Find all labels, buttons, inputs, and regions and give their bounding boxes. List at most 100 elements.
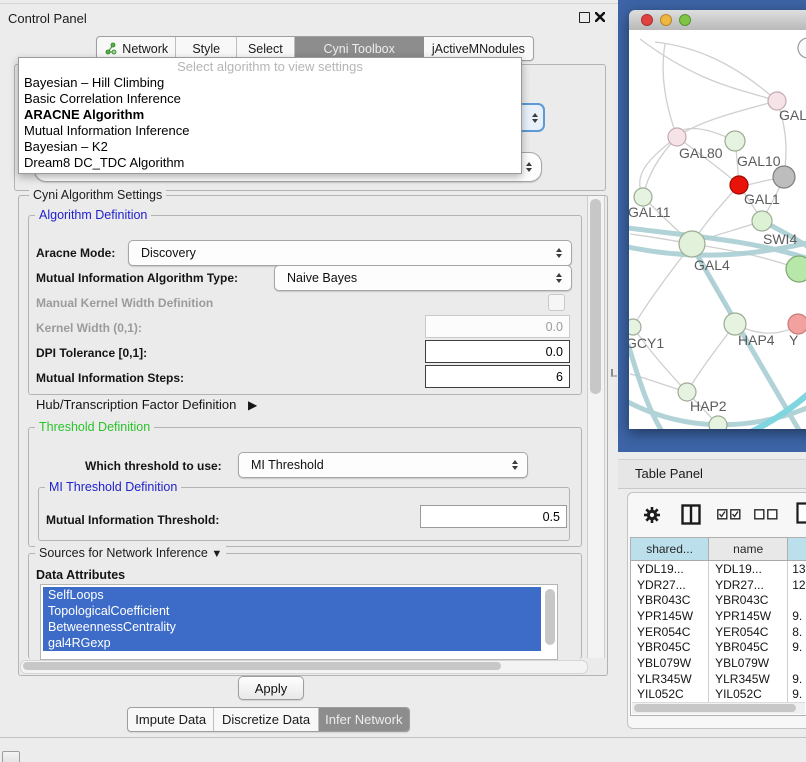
list-item[interactable]: TopologicalCoefficient — [43, 603, 541, 619]
network-node-green[interactable] — [786, 256, 806, 282]
deselect-all-checkboxes-icon[interactable] — [754, 509, 778, 520]
close-traffic-light-icon[interactable] — [641, 14, 653, 26]
minimize-traffic-light-icon[interactable] — [660, 14, 672, 26]
expand-right-icon: ▶ — [248, 398, 257, 412]
algorithm-option[interactable]: Mutual Information Inference — [19, 123, 521, 139]
table-row[interactable]: YPR145WYPR145W9. — [631, 608, 806, 624]
hub-definition-expander[interactable]: Hub/Transcription Factor Definition ▶ — [36, 397, 257, 412]
network-node-gal4[interactable] — [679, 231, 705, 257]
network-node-swi4[interactable] — [752, 211, 772, 231]
list-item[interactable]: gal4RGexp — [43, 635, 541, 651]
mi-threshold-field[interactable]: 0.5 — [420, 505, 567, 528]
sources-title-expander[interactable]: Sources for Network Inference ▼ — [35, 546, 226, 560]
table-horizontal-scrollbar-thumb[interactable] — [634, 704, 796, 712]
tab-impute-data-label: Impute Data — [135, 712, 206, 727]
dpi-tolerance-value: 0.0 — [546, 345, 563, 359]
algorithm-combo-fragment[interactable] — [519, 103, 545, 132]
table-row[interactable]: YLR345WYLR345W9. — [631, 671, 806, 687]
algorithm-option[interactable]: Dream8 DC_TDC Algorithm — [19, 155, 521, 171]
which-threshold-combo[interactable]: MI Threshold — [238, 452, 528, 478]
network-node-gal80[interactable] — [668, 128, 686, 146]
dpi-tolerance-label: DPI Tolerance [0,1]: — [36, 346, 147, 360]
network-node[interactable] — [798, 38, 806, 58]
tab-impute-data[interactable]: Impute Data — [128, 708, 214, 731]
cyni-algorithm-settings-title: Cyni Algorithm Settings — [29, 188, 166, 202]
dpi-tolerance-field[interactable]: 0.0 — [425, 340, 570, 363]
table-row[interactable]: YER054CYER054C8. — [631, 624, 806, 640]
table-panel-title: Table Panel — [635, 466, 703, 481]
threshold-definition-title: Threshold Definition — [35, 420, 154, 434]
float-window-icon[interactable] — [579, 12, 590, 23]
manual-kernel-checkbox[interactable] — [548, 294, 565, 311]
control-panel: Control Panel Network Style — [0, 0, 620, 737]
zoom-traffic-light-icon[interactable] — [679, 14, 691, 26]
tab-style-label: Style — [192, 42, 220, 56]
apply-button[interactable]: Apply — [238, 676, 304, 700]
combo-arrows-icon — [512, 460, 518, 470]
algorithm-option[interactable]: Basic Correlation Inference — [19, 91, 521, 107]
settings-horizontal-scrollbar-thumb[interactable] — [23, 662, 501, 670]
split-columns-icon[interactable] — [681, 504, 701, 525]
data-attributes-label: Data Attributes — [36, 568, 125, 582]
panel-splitter[interactable] — [608, 0, 618, 737]
mi-steps-field[interactable]: 6 — [425, 365, 570, 388]
list-scrollbar[interactable] — [545, 589, 555, 645]
svg-text:Y: Y — [789, 332, 799, 348]
list-item[interactable]: SelfLoops — [43, 587, 541, 603]
settings-vertical-scrollbar[interactable] — [587, 196, 605, 658]
network-node-gal10[interactable] — [725, 131, 745, 151]
kernel-width-field[interactable]: 0.0 — [425, 315, 570, 338]
algorithm-option-selected[interactable]: ARACNE Algorithm — [19, 107, 521, 123]
table-row[interactable]: YIL052CYIL052C9. — [631, 687, 806, 703]
table-row[interactable]: YDR27...YDR27...12 — [631, 577, 806, 593]
column-header-name[interactable]: name — [709, 538, 788, 560]
settings-vertical-scrollbar-thumb[interactable] — [590, 199, 601, 394]
mi-threshold-value: 0.5 — [543, 510, 560, 524]
network-icon — [104, 42, 117, 55]
table-rows: YDL19...YDL19...13 YDR27...YDR27...12 YB… — [631, 561, 806, 702]
network-node-salmon[interactable] — [788, 314, 806, 334]
select-all-checkboxes-icon[interactable] — [717, 509, 741, 520]
column-header-shared-name[interactable]: shared... — [631, 538, 709, 560]
network-view-canvas[interactable]: GAL GAL80 GAL10 GAL1 GAL11 SWI4 GAL4 GCY… — [629, 30, 806, 429]
close-icon[interactable] — [595, 12, 605, 22]
algorithm-option[interactable]: Bayesian – Hill Climbing — [19, 75, 521, 91]
network-window-titlebar[interactable] — [629, 10, 806, 31]
settings-horizontal-scrollbar[interactable] — [20, 660, 588, 674]
column-header-clipped[interactable] — [788, 538, 806, 560]
mini-panel-button[interactable] — [2, 751, 20, 762]
kernel-width-value: 0.0 — [546, 320, 563, 334]
algorithm-option[interactable]: Bayesian – K2 — [19, 139, 521, 155]
table-panel-titlebar: Table Panel — [618, 459, 806, 489]
tab-discretize-data[interactable]: Discretize Data — [214, 708, 318, 731]
network-node-gray[interactable] — [773, 166, 795, 188]
table-row[interactable]: YBR045CYBR045C9. — [631, 639, 806, 655]
algorithm-dropdown-popup: Select algorithm to view settings Bayesi… — [18, 57, 522, 174]
new-table-icon[interactable] — [796, 502, 806, 524]
svg-text:HAP4: HAP4 — [738, 332, 775, 348]
table-row[interactable]: YBL079WYBL079W — [631, 655, 806, 671]
mi-type-combo[interactable]: Naive Bayes — [274, 265, 572, 291]
network-node-gcy1[interactable] — [629, 319, 641, 335]
list-item[interactable]: BetweennessCentrality — [43, 619, 541, 635]
network-node-bottom[interactable] — [709, 416, 727, 429]
table-horizontal-scrollbar[interactable] — [632, 702, 805, 714]
top-divider — [0, 3, 620, 4]
mi-threshold-label: Mutual Information Threshold: — [46, 513, 219, 527]
tab-infer-network-label: Infer Network — [325, 712, 402, 727]
table-row[interactable]: YDL19...YDL19...13 — [631, 561, 806, 577]
tab-cyni-toolbox-label: Cyni Toolbox — [324, 42, 395, 56]
combo-arrows-icon — [526, 162, 532, 172]
svg-text:GAL80: GAL80 — [679, 145, 723, 161]
tab-infer-network[interactable]: Infer Network — [319, 708, 409, 731]
svg-text:GAL10: GAL10 — [737, 153, 781, 169]
data-attributes-listbox: SelfLoops TopologicalCoefficient Between… — [40, 584, 558, 660]
svg-text:GAL11: GAL11 — [629, 204, 671, 220]
table-row[interactable]: YBR043CYBR043C — [631, 592, 806, 608]
svg-text:HAP2: HAP2 — [690, 398, 727, 414]
gear-icon[interactable] — [643, 506, 661, 524]
aracne-mode-combo[interactable]: Discovery — [128, 240, 572, 266]
svg-text:GAL: GAL — [779, 107, 806, 123]
which-threshold-value: MI Threshold — [251, 458, 324, 472]
mi-threshold-group-title: MI Threshold Definition — [45, 480, 181, 494]
